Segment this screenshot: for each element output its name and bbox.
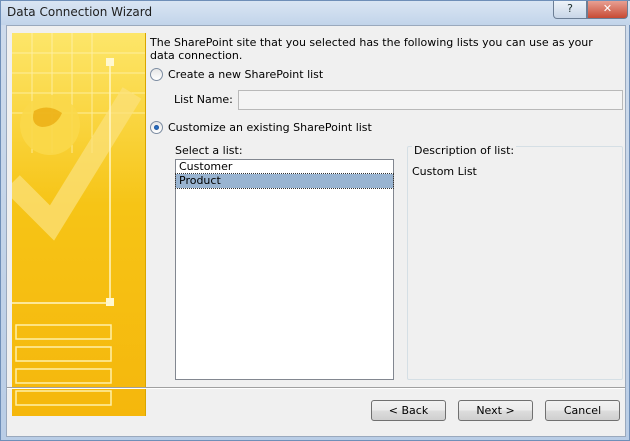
select-list-label: Select a list: <box>175 144 243 157</box>
create-new-list-radio[interactable] <box>150 68 163 81</box>
close-button[interactable]: ✕ <box>587 1 628 19</box>
list-name-input[interactable] <box>238 90 623 110</box>
sharepoint-list-listbox[interactable]: Customer Product <box>175 159 394 380</box>
back-button[interactable]: < Back <box>371 400 446 421</box>
customize-existing-list-radio[interactable] <box>150 121 163 134</box>
cancel-button[interactable]: Cancel <box>545 400 620 421</box>
list-item-customer[interactable]: Customer <box>176 160 393 174</box>
description-label: Description of list: <box>412 144 517 157</box>
customize-existing-list-option[interactable]: Customize an existing SharePoint list <box>150 121 372 134</box>
wizard-banner-image <box>12 33 146 416</box>
customize-existing-list-label[interactable]: Customize an existing SharePoint list <box>168 121 372 134</box>
window-title: Data Connection Wizard <box>7 5 153 19</box>
data-connection-wizard-window: Data Connection Wizard ? ✕ The SharePoin… <box>0 0 630 441</box>
intro-text: The SharePoint site that you selected ha… <box>150 36 593 62</box>
help-button[interactable]: ? <box>553 1 587 19</box>
create-new-list-label[interactable]: Create a new SharePoint list <box>168 68 323 81</box>
description-group <box>407 146 623 380</box>
create-new-list-option[interactable]: Create a new SharePoint list <box>150 68 323 81</box>
title-bar[interactable]: Data Connection Wizard ? ✕ <box>1 1 630 25</box>
banner-graphic <box>12 33 145 406</box>
footer-separator <box>7 387 625 389</box>
wizard-client-area: The SharePoint site that you selected ha… <box>6 25 626 437</box>
list-name-label: List Name: <box>174 93 233 106</box>
next-button[interactable]: Next > <box>458 400 533 421</box>
list-item-product[interactable]: Product <box>175 173 394 189</box>
description-value: Custom List <box>412 165 477 178</box>
